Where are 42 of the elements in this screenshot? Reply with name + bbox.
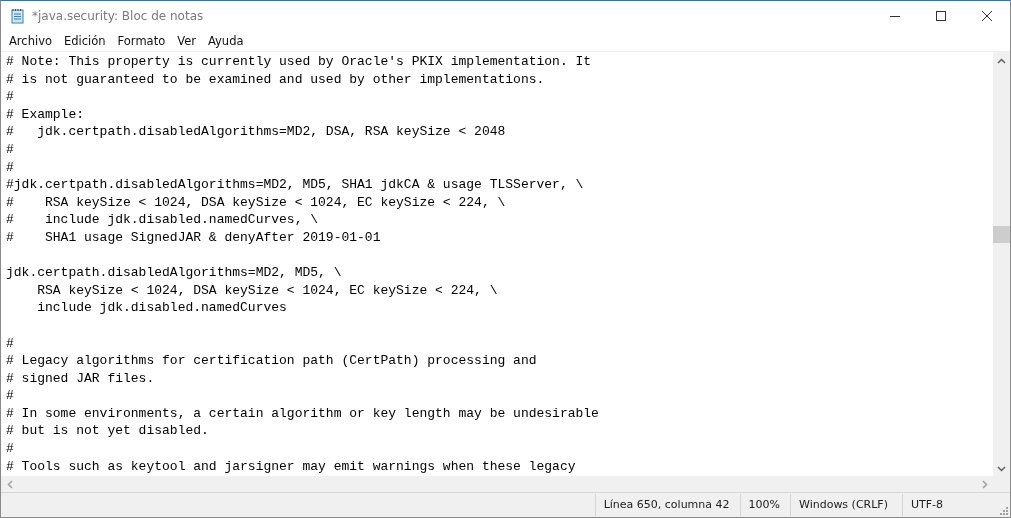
menu-item[interactable]: Archivo (3, 34, 58, 48)
text-line: #jdk.certpath.disabledAlgorithms=MD2, MD5, SHA1 jdkCA & usage TLSServer, \ (6, 176, 585, 194)
text-line: # but is not yet disabled. (6, 422, 210, 441)
text-line: # signed JAR files. (6, 369, 156, 388)
text-line: # is not guaranteed to be examined and used by other implementations. (6, 70, 546, 89)
text-line: # jdk.certpath.disabledAlgorithms=MD2, DSA, RSA keySize < 2048 (6, 123, 507, 141)
text-line: # (6, 387, 15, 405)
vertical-scrollbar[interactable] (993, 52, 1010, 476)
close-icon (982, 11, 992, 21)
text-line: # Tools such as keytool and jarsigner may emit warnings when these legacy (6, 457, 577, 476)
text-line: # Note: This property is currently used by Oracle's PKIX implementation. It (6, 53, 593, 71)
text-line: # (6, 158, 15, 177)
menu-item[interactable]: Edición (58, 34, 112, 48)
text-line: # In some environments, a certain algorithm or key length may be undesirable (6, 404, 600, 423)
menu-item[interactable]: Formato (111, 34, 172, 48)
text-line: include jdk.disabled.namedCurves (36, 299, 288, 317)
resize-grip-icon[interactable] (998, 505, 1008, 515)
scroll-left-icon[interactable] (7, 479, 13, 489)
text-line: jdk.certpath.disabledAlgorithms=MD2, MD5, \ (6, 264, 343, 282)
scroll-thumb[interactable] (993, 225, 1010, 243)
scroll-right-icon[interactable] (982, 479, 988, 489)
text-line: # (6, 88, 15, 106)
window-title: *java.security: Bloc de notas (32, 9, 205, 23)
text-line: # Example: (6, 105, 85, 124)
maximize-icon (936, 11, 946, 21)
notepad-icon (10, 8, 26, 24)
text-line: # include jdk.disabled.namedCurves, \ (6, 211, 320, 229)
text-line: # (6, 440, 15, 458)
menu-item[interactable]: Ver (171, 34, 202, 48)
text-line: # Legacy algorithms for certification path (CertPath) processing and (6, 352, 538, 370)
status-field: Línea 650, columna 42 (594, 494, 740, 516)
status-field: Windows (CRLF) (790, 494, 902, 516)
text-line: # SHA1 usage SignedJAR & denyAfter 2019-01-01 (6, 228, 382, 247)
text-line: # (6, 140, 15, 159)
text-line: RSA keySize < 1024, DSA keySize < 1024, EC keySize < 224, \ (36, 281, 499, 300)
menu-item[interactable]: Ayuda (201, 34, 250, 48)
scroll-up-icon[interactable] (997, 58, 1006, 64)
text-line: # (6, 334, 15, 353)
text-line: # RSA keySize < 1024, DSA keySize < 1024, EC keySize < 224, \ (6, 193, 507, 212)
horizontal-scrollbar[interactable] (1, 476, 1010, 492)
scroll-down-icon[interactable] (997, 466, 1006, 472)
status-field: 100% (739, 494, 790, 516)
